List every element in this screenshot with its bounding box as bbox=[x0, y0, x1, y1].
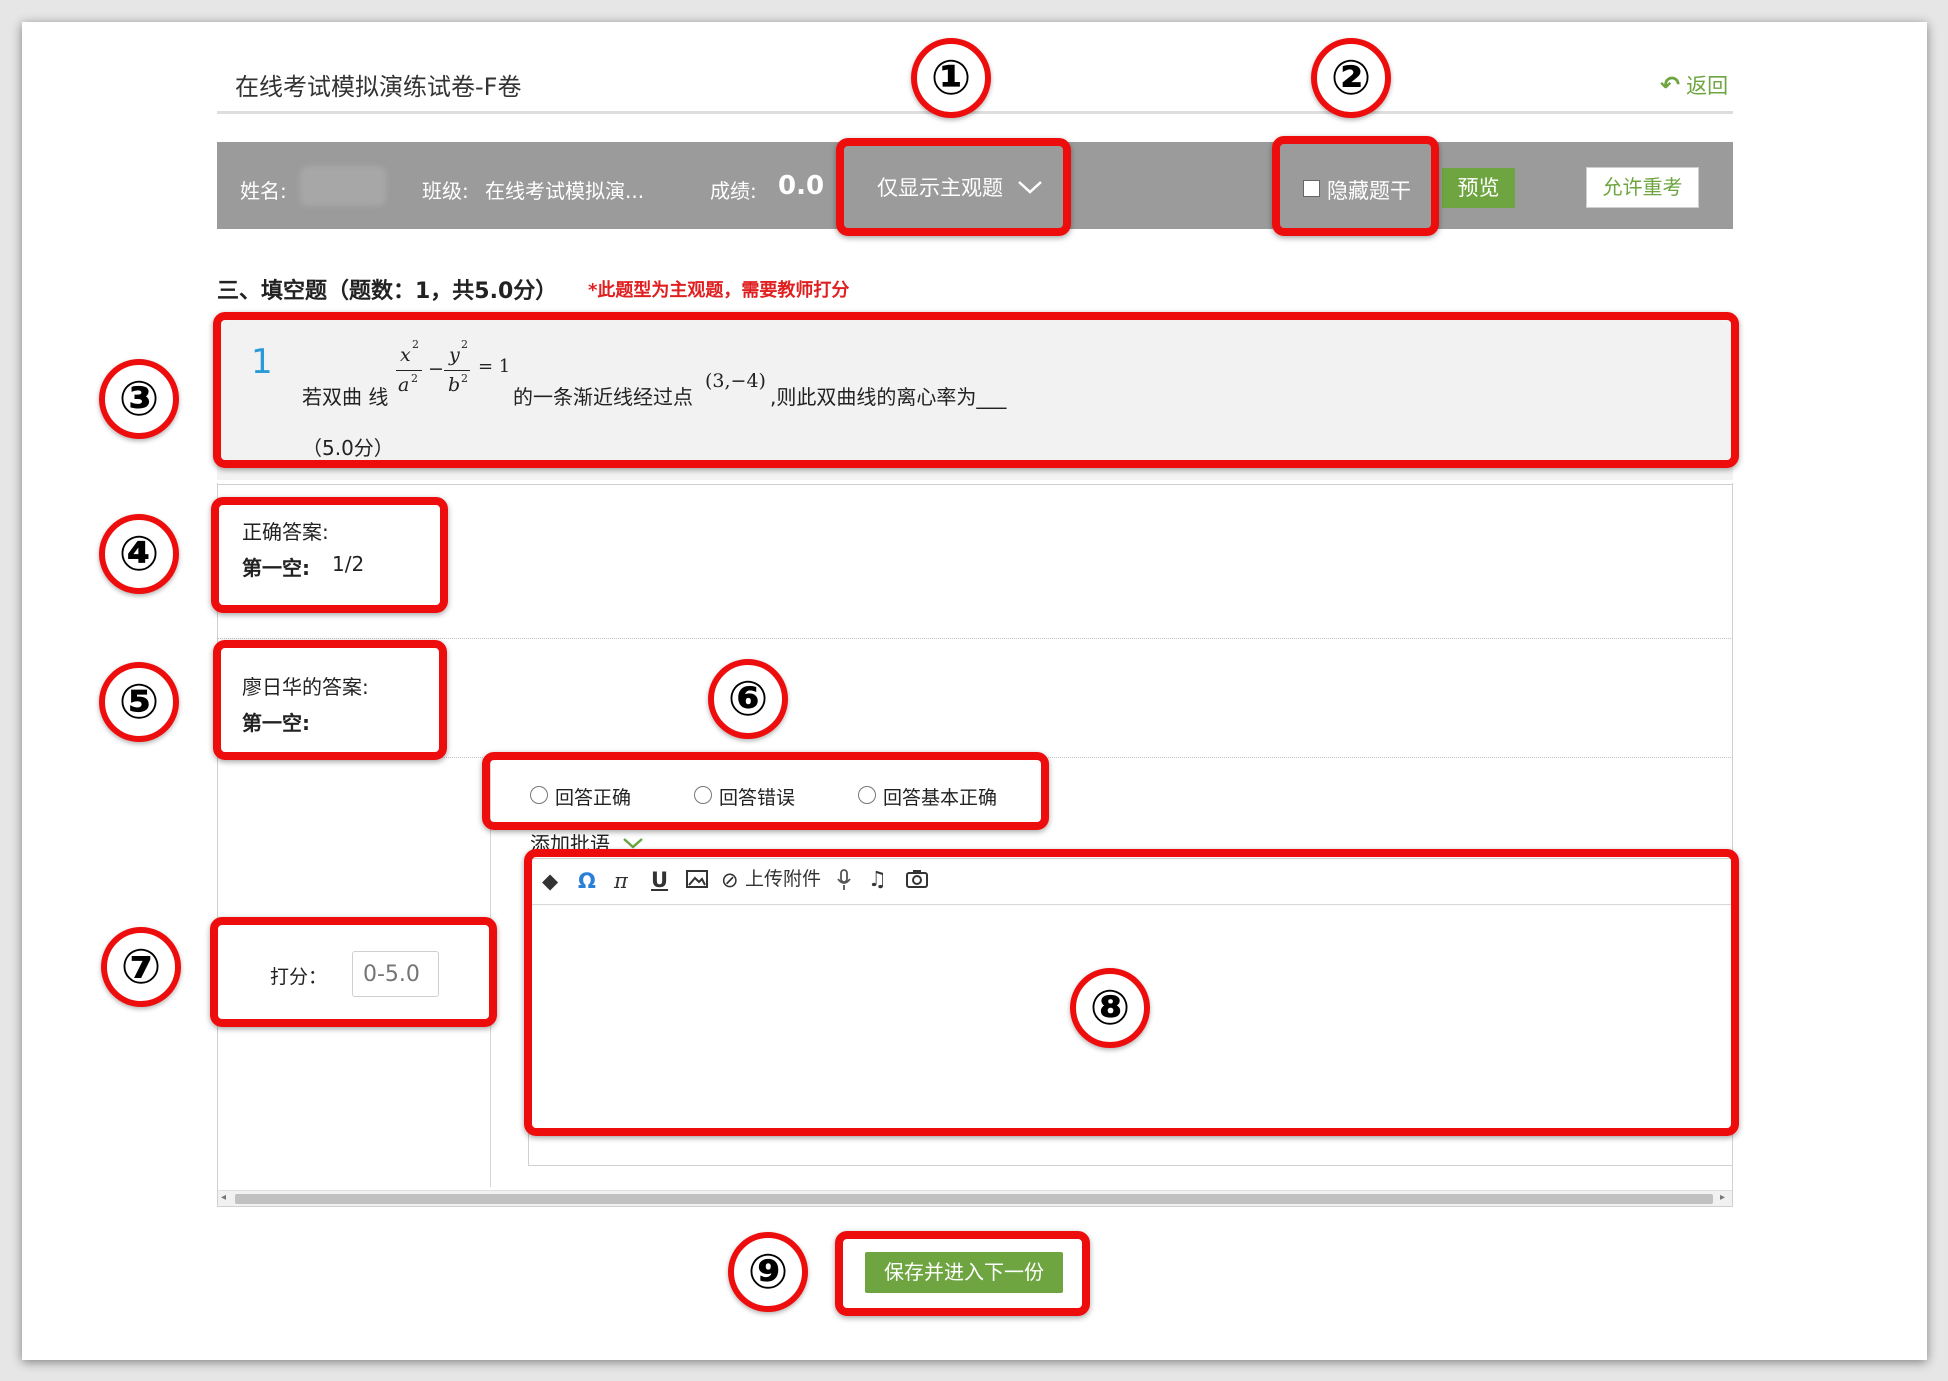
question-filter-dropdown[interactable]: 仅显示主观题 bbox=[877, 172, 1043, 202]
annotation-1: ① bbox=[911, 38, 991, 118]
annotation-4: ④ bbox=[99, 514, 179, 594]
score-input[interactable] bbox=[352, 951, 439, 997]
question-point: (3,−4) bbox=[705, 370, 766, 392]
correct-blank-label: 第一空: bbox=[242, 556, 310, 580]
save-and-next-button[interactable]: 保存并进入下一份 bbox=[865, 1252, 1063, 1293]
column-separator bbox=[490, 757, 491, 1187]
annotation-2: ② bbox=[1311, 38, 1391, 118]
pi-formula-icon[interactable]: π bbox=[614, 869, 628, 893]
panel-top-border bbox=[217, 484, 1733, 485]
chevron-down-icon bbox=[623, 837, 643, 849]
radio-correct-label: 回答正确 bbox=[555, 787, 632, 809]
microphone-icon[interactable] bbox=[836, 869, 852, 896]
radio-partially-correct-label: 回答基本正确 bbox=[883, 787, 998, 809]
editor-toolbar bbox=[529, 859, 1732, 905]
annotation-8: ⑧ bbox=[1070, 968, 1150, 1048]
horizontal-scrollbar[interactable]: ◂ ▸ bbox=[218, 1190, 1732, 1206]
radio-partially-correct[interactable] bbox=[858, 786, 876, 804]
back-link[interactable]: ↶ 返回 bbox=[1660, 70, 1728, 100]
scroll-right-icon[interactable]: ▸ bbox=[1720, 1192, 1725, 1203]
filter-value: 仅显示主观题 bbox=[877, 176, 1003, 200]
scroll-left-icon[interactable]: ◂ bbox=[221, 1192, 226, 1203]
question-points: （5.0分） bbox=[302, 436, 394, 460]
correct-blank-value: 1/2 bbox=[332, 552, 365, 576]
section-heading: 三、填空题（题数：1，共5.0分） bbox=[217, 279, 558, 304]
radio-correct[interactable] bbox=[530, 786, 548, 804]
class-value: 在线考试模拟演... bbox=[485, 179, 645, 203]
exam-title: 在线考试模拟演练试卷-F卷 bbox=[235, 73, 522, 101]
music-icon[interactable]: ♫ bbox=[868, 867, 887, 891]
student-name-label: 姓名: bbox=[240, 179, 287, 203]
underline-icon[interactable]: U bbox=[651, 868, 668, 892]
preview-button[interactable]: 预览 bbox=[1442, 168, 1515, 208]
header-divider bbox=[217, 111, 1733, 114]
question-text-middle: 的一条渐近线经过点 bbox=[513, 385, 693, 409]
question-text-after: ,则此双曲线的离心率为___ bbox=[770, 385, 1007, 409]
question-number: 1 bbox=[251, 342, 273, 382]
radio-wrong[interactable] bbox=[694, 786, 712, 804]
annotation-9: ⑨ bbox=[728, 1232, 808, 1312]
annotation-7: ⑦ bbox=[101, 927, 181, 1007]
special-char-icon[interactable]: Ω bbox=[578, 869, 596, 893]
scrollbar-thumb[interactable] bbox=[235, 1194, 1713, 1204]
divider-2 bbox=[217, 757, 1733, 758]
hide-stem-label: 隐藏题干 bbox=[1327, 179, 1411, 203]
score-label: 成绩: bbox=[710, 179, 757, 203]
annotation-3: ③ bbox=[99, 359, 179, 439]
score-value: 0.0 bbox=[778, 171, 825, 201]
upload-attachment-label[interactable]: 上传附件 bbox=[745, 867, 821, 891]
back-arrow-icon: ↶ bbox=[1660, 71, 1681, 99]
add-comment-label: 添加批语 bbox=[530, 832, 610, 856]
question-text-before: 若双曲 线 bbox=[302, 385, 389, 409]
eraser-icon[interactable]: ◆ bbox=[542, 869, 558, 893]
allow-retake-button[interactable]: 允许重考 bbox=[1586, 167, 1699, 208]
student-name-value bbox=[300, 166, 386, 206]
score-input-label: 打分： bbox=[270, 966, 328, 988]
correct-answer-label: 正确答案: bbox=[242, 520, 329, 544]
chevron-down-icon bbox=[1018, 181, 1042, 194]
student-blank-label: 第一空: bbox=[242, 711, 310, 735]
camera-icon[interactable] bbox=[906, 869, 928, 894]
annotation-5: ⑤ bbox=[99, 662, 179, 742]
hyperbola-formula: x 2 a 2 − y 2 b 2 = 1 bbox=[396, 338, 511, 396]
student-answer-label: 廖日华的答案: bbox=[242, 675, 369, 699]
section-note: *此题型为主观题，需要教师打分 bbox=[588, 280, 850, 301]
attachment-icon[interactable]: ⊘ bbox=[721, 868, 739, 892]
hide-stem-checkbox[interactable] bbox=[1303, 180, 1320, 197]
class-label: 班级: bbox=[422, 179, 469, 203]
annotation-6: ⑥ bbox=[708, 659, 788, 739]
radio-wrong-label: 回答错误 bbox=[719, 787, 796, 809]
image-icon[interactable] bbox=[686, 869, 708, 894]
add-comment-toggle[interactable]: 添加批语 bbox=[530, 828, 644, 857]
divider-1 bbox=[217, 638, 1733, 639]
